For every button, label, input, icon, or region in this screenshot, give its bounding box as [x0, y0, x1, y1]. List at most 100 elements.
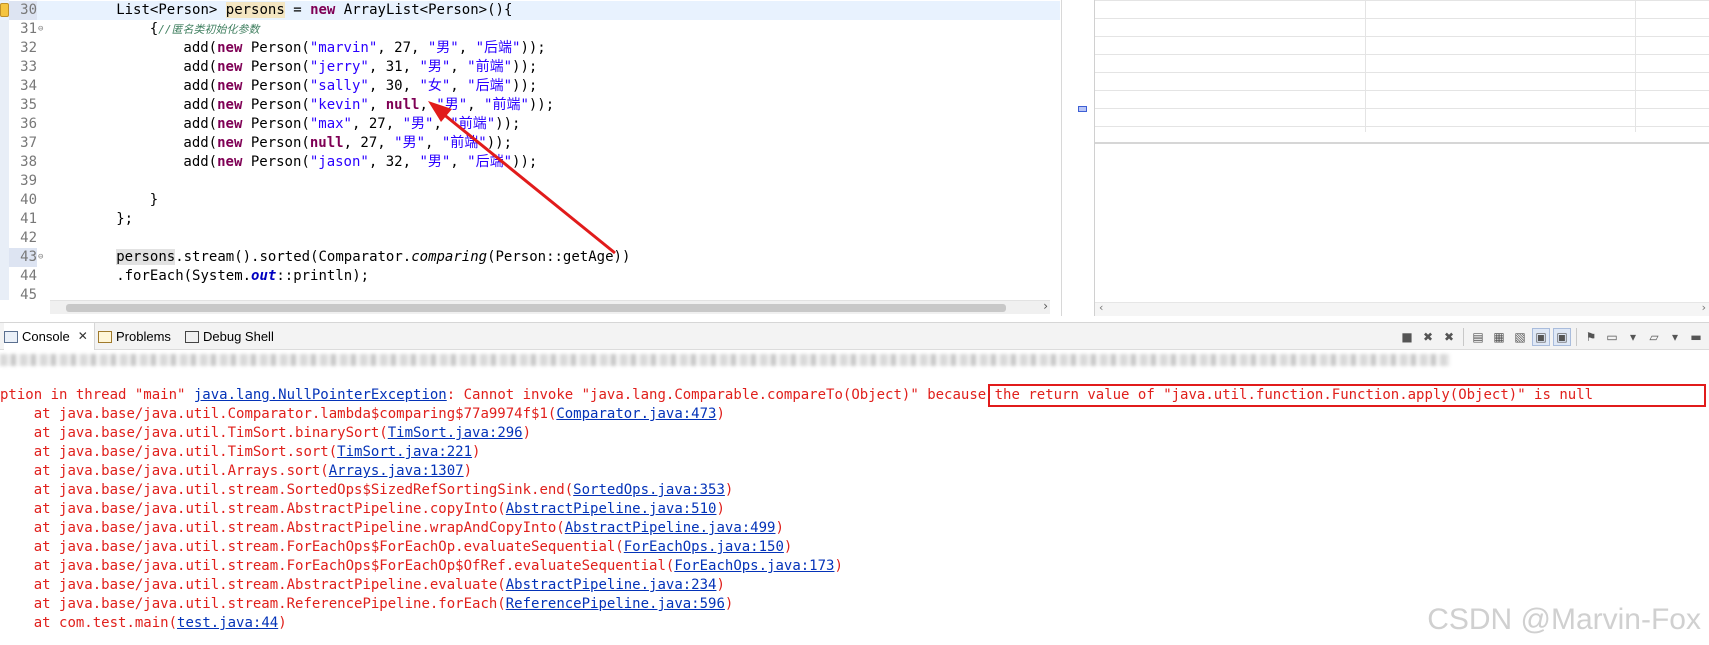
- string-literal: "男": [402, 116, 434, 132]
- fold-toggle-icon[interactable]: ⊖: [38, 20, 43, 39]
- outline-panel: ‹ ›: [1094, 0, 1709, 316]
- stack-frame-link[interactable]: SortedOps.java:353: [573, 482, 725, 498]
- remove-all-icon[interactable]: ✖: [1440, 328, 1458, 346]
- stack-frame-link[interactable]: ForEachOps.java:173: [674, 558, 834, 574]
- console-output[interactable]: ption in thread "main" java.lang.NullPoi…: [0, 350, 1709, 645]
- code-token: add(: [183, 97, 218, 113]
- stack-frame-link[interactable]: Arrays.java:1307: [329, 463, 464, 479]
- show-on-stderr-icon[interactable]: ▣: [1553, 327, 1571, 346]
- grid-line: [1095, 126, 1709, 127]
- line-number: 39: [20, 173, 37, 189]
- code-line[interactable]: 42: [0, 229, 1060, 248]
- stack-at-prefix: at: [0, 577, 60, 593]
- code-token: ));: [486, 135, 513, 151]
- terminate-icon[interactable]: ■: [1398, 328, 1416, 346]
- variable-persons: persons: [116, 249, 176, 265]
- stack-close-paren: ): [783, 539, 793, 555]
- code-line[interactable]: 41};: [0, 210, 1060, 229]
- pin-console-icon[interactable]: ⚑: [1582, 328, 1600, 346]
- stack-frame: at java.base/java.util.TimSort.sort(TimS…: [0, 443, 1593, 462]
- code-text: .forEach(System.out::println);: [49, 267, 369, 286]
- open-console-icon[interactable]: ▱: [1645, 328, 1663, 346]
- tab-debug-shell[interactable]: Debug Shell: [185, 323, 274, 350]
- grid-col-line: [1365, 0, 1366, 132]
- warning-marker-icon: [0, 3, 9, 17]
- code-token: , 27,: [343, 135, 395, 151]
- line-number: 32: [20, 40, 37, 56]
- toolbar-separator: [1576, 327, 1577, 346]
- code-lines: 30 List<Person> persons = new ArrayList<P…: [0, 1, 1060, 305]
- code-line[interactable]: 31 ⊖ {//匿名类初始化参数: [0, 20, 1060, 39]
- line-number: 43: [9, 248, 37, 267]
- tab-console[interactable]: Console ✕: [4, 323, 95, 350]
- stack-frame: at java.base/java.util.Arrays.sort(Array…: [0, 462, 1593, 481]
- code-token: ArrayList<Person>(){: [335, 2, 513, 18]
- code-text: }: [49, 191, 158, 210]
- panel-horizontal-scrollbar[interactable]: ‹ ›: [1095, 301, 1709, 316]
- stack-frame-link[interactable]: TimSort.java:296: [388, 425, 523, 441]
- code-line[interactable]: 37 add(new Person(null, 27, "男", "前端"));: [0, 134, 1060, 153]
- scroll-left-icon[interactable]: ‹: [1099, 301, 1103, 314]
- stack-frame-link[interactable]: TimSort.java:221: [337, 444, 472, 460]
- line-number: 31: [20, 21, 37, 37]
- stack-frame-link[interactable]: AbstractPipeline.java:510: [506, 501, 717, 517]
- code-line[interactable]: 33 add(new Person("jerry", 31, "男", "前端")…: [0, 58, 1060, 77]
- editor-horizontal-scrollbar[interactable]: ›: [50, 299, 1050, 314]
- code-token: ,: [419, 97, 437, 113]
- stack-frame-method: java.base/java.util.stream.SortedOps$Siz…: [59, 482, 574, 498]
- stack-frame-method: java.base/java.util.stream.AbstractPipel…: [59, 520, 565, 536]
- dropdown-icon[interactable]: ▾: [1666, 328, 1684, 346]
- code-line[interactable]: 40}: [0, 191, 1060, 210]
- code-line[interactable]: 39: [0, 172, 1060, 191]
- panel-divider[interactable]: [1095, 142, 1709, 144]
- string-literal: "marvin": [309, 40, 378, 56]
- minimize-icon[interactable]: ▬: [1687, 328, 1705, 346]
- stack-frame-link[interactable]: test.java:44: [177, 615, 278, 631]
- scroll-lock-icon[interactable]: ▦: [1490, 328, 1508, 346]
- code-line[interactable]: 44 .forEach(System.out::println);: [0, 267, 1060, 286]
- fold-toggle-icon[interactable]: ⊖: [38, 248, 43, 267]
- stack-frame: at com.test.main(test.java:44): [0, 614, 1593, 633]
- code-text: add(new Person("marvin", 27, "男", "后端"))…: [49, 39, 545, 58]
- stack-frame-link[interactable]: Comparator.java:473: [556, 406, 716, 422]
- code-line[interactable]: 34 add(new Person("sally", 30, "女", "后端")…: [0, 77, 1060, 96]
- code-token: add(: [183, 116, 218, 132]
- dropdown-icon[interactable]: ▾: [1624, 328, 1642, 346]
- code-token: }: [149, 192, 159, 208]
- stack-frame-method: java.base/java.util.TimSort.binarySort(: [59, 425, 388, 441]
- remove-launch-icon[interactable]: ✖: [1419, 328, 1437, 346]
- code-line[interactable]: 36 add(new Person("max", 27, "男", "前端"));: [0, 115, 1060, 134]
- stack-frame-link[interactable]: ReferencePipeline.java:596: [506, 596, 725, 612]
- code-line[interactable]: 35 add(new Person("kevin", null, "男", "前端…: [0, 96, 1060, 115]
- scroll-right-icon[interactable]: ›: [1702, 301, 1706, 314]
- show-on-stdout-icon[interactable]: ▣: [1532, 327, 1550, 346]
- grid-col-line: [1635, 0, 1636, 132]
- tab-problems[interactable]: Problems: [98, 323, 171, 350]
- code-line[interactable]: 30 List<Person> persons = new ArrayList<P…: [0, 1, 1060, 20]
- close-icon[interactable]: ✕: [78, 323, 88, 350]
- stack-frame-link[interactable]: ForEachOps.java:150: [624, 539, 784, 555]
- display-console-icon[interactable]: ▭: [1603, 328, 1621, 346]
- problems-icon: [98, 330, 112, 343]
- code-token: Person(: [242, 116, 310, 132]
- line-number: 34: [20, 78, 37, 94]
- scroll-right-icon[interactable]: ›: [1043, 299, 1048, 313]
- code-editor[interactable]: 30 List<Person> persons = new ArrayList<P…: [0, 0, 1062, 316]
- string-literal: "前端": [484, 97, 529, 113]
- watermark: CSDN @Marvin-Fox: [1427, 603, 1701, 636]
- stack-at-prefix: at: [0, 406, 60, 422]
- code-token: =: [284, 2, 311, 18]
- variable-persons: persons: [225, 2, 285, 18]
- stack-frame-link[interactable]: AbstractPipeline.java:499: [565, 520, 776, 536]
- code-line[interactable]: 43 ⊖ persons.stream().sorted(Comparator.co…: [0, 248, 1060, 267]
- code-line[interactable]: 38 add(new Person("jason", 32, "男", "后端")…: [0, 153, 1060, 172]
- stack-close-paren: ): [716, 577, 725, 593]
- code-line[interactable]: 32 add(new Person("marvin", 27, "男", "后端"…: [0, 39, 1060, 58]
- stack-frame-link[interactable]: AbstractPipeline.java:234: [506, 577, 717, 593]
- exception-type-link[interactable]: java.lang.NullPointerException: [194, 387, 447, 403]
- clear-console-icon[interactable]: ▤: [1469, 328, 1487, 346]
- overview-ruler-marker[interactable]: [1078, 106, 1087, 112]
- field-out: out: [251, 268, 277, 284]
- word-wrap-icon[interactable]: ▧: [1511, 328, 1529, 346]
- editor-scrollbar-thumb[interactable]: [66, 304, 1006, 312]
